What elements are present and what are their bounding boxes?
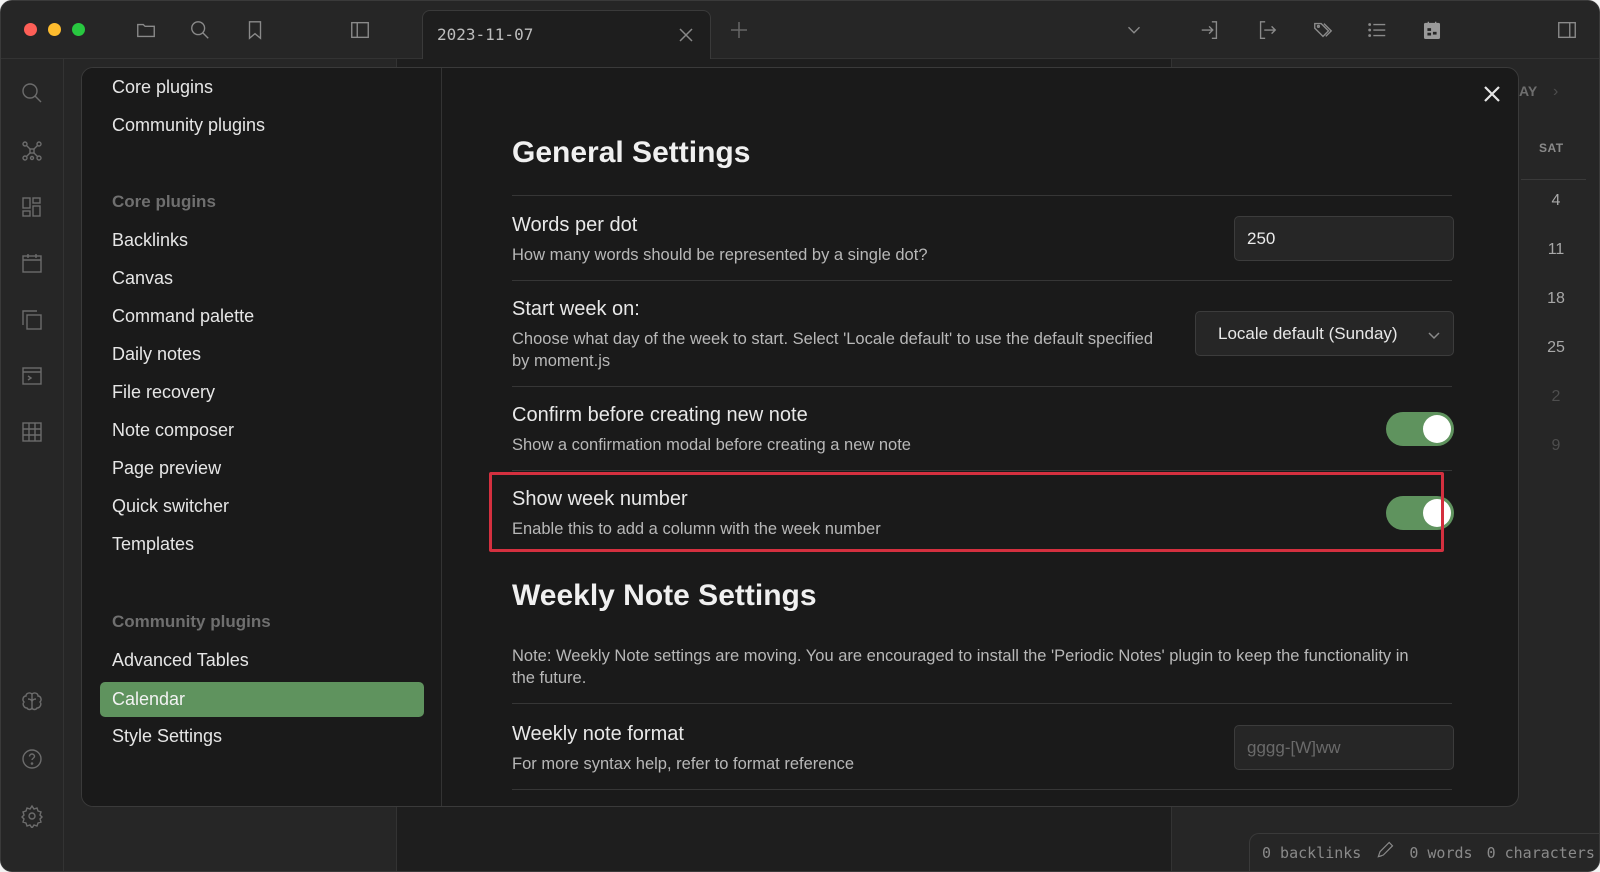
nav-item-core-plugins[interactable]: Core plugins [100, 70, 424, 105]
start-week-label: Start week on: [512, 298, 640, 320]
settings-content: General Settings Words per dot How many … [512, 68, 1482, 806]
confirm-new-note-desc: Show a confirmation modal before creatin… [512, 436, 911, 454]
calendar-day[interactable]: 25 [1541, 339, 1571, 357]
close-window-button[interactable] [24, 23, 37, 36]
divider [512, 195, 1452, 196]
calendar-day-of-week: SAT [1539, 141, 1564, 155]
pen-icon[interactable] [1375, 840, 1395, 865]
nav-item-advanced-tables[interactable]: Advanced Tables [100, 643, 424, 678]
start-week-dropdown[interactable]: Locale default (Sunday) [1195, 311, 1454, 356]
settings-icon[interactable] [20, 804, 44, 830]
calendar-icon[interactable] [1419, 17, 1445, 43]
dashboard-icon[interactable] [20, 195, 44, 219]
words-per-dot-label: Words per dot [512, 214, 638, 236]
bookmark-icon[interactable] [242, 17, 268, 43]
outline-list-icon[interactable] [1364, 17, 1390, 43]
calendar-day[interactable]: 9 [1541, 437, 1571, 455]
confirm-new-note-toggle[interactable] [1386, 412, 1454, 446]
search-icon[interactable] [20, 81, 44, 105]
confirm-new-note-label: Confirm before creating new note [512, 404, 808, 426]
close-icon[interactable] [1480, 82, 1504, 106]
command-icon[interactable] [20, 364, 44, 388]
toggle-knob [1423, 415, 1451, 443]
words-per-dot-input[interactable] [1234, 216, 1454, 261]
word-count: 0 words [1409, 843, 1473, 862]
copy-icon[interactable] [20, 308, 44, 332]
divider [512, 470, 1452, 471]
nav-item-page-preview[interactable]: Page preview [100, 451, 424, 486]
title-bar: 2023-11-07 [1, 1, 1599, 59]
show-week-number-label: Show week number [512, 488, 688, 510]
calendar-next-month-arrow[interactable]: › [1553, 83, 1558, 101]
calendar-day[interactable]: 18 [1541, 290, 1571, 308]
nav-heading-community-plugins: Community plugins [112, 612, 271, 631]
general-settings-heading: General Settings [512, 136, 751, 169]
nav-item-calendar[interactable]: Calendar [100, 682, 424, 717]
sidebar-toggle-icon[interactable] [347, 17, 373, 43]
start-week-selected: Locale default (Sunday) [1218, 323, 1398, 343]
toggle-knob [1423, 499, 1451, 527]
help-icon[interactable] [20, 747, 44, 771]
close-icon[interactable] [676, 25, 696, 45]
weekly-note-settings-heading: Weekly Note Settings [512, 579, 817, 612]
chevron-down-icon[interactable] [1121, 17, 1147, 43]
start-week-desc: Choose what day of the week to start. Se… [512, 330, 1154, 370]
weekly-note-format-label: Weekly note format [512, 723, 684, 745]
nav-item-quick-switcher[interactable]: Quick switcher [100, 489, 424, 524]
weekly-note-migration-notice: Note: Weekly Note settings are moving. Y… [512, 647, 1409, 687]
export-icon[interactable] [1254, 17, 1280, 43]
weekly-note-format-input[interactable] [1234, 725, 1454, 770]
calendar-month-label: AY [1519, 83, 1538, 99]
zoom-window-button[interactable] [72, 23, 85, 36]
nav-item-file-recovery[interactable]: File recovery [100, 375, 424, 410]
divider [512, 386, 1452, 387]
table-icon[interactable] [20, 420, 44, 444]
calendar-icon[interactable] [20, 251, 44, 275]
graph-view-icon[interactable] [20, 139, 44, 163]
search-icon[interactable] [187, 17, 213, 43]
backlinks-count[interactable]: 0 backlinks [1262, 844, 1361, 862]
status-bar: 0 backlinks 0 words 0 characters [1249, 833, 1599, 871]
nav-item-style-settings[interactable]: Style Settings [100, 719, 424, 754]
nav-item-community-plugins[interactable]: Community plugins [100, 108, 424, 143]
divider [512, 789, 1452, 790]
calendar-day[interactable]: 2 [1541, 388, 1571, 406]
nav-item-backlinks[interactable]: Backlinks [100, 223, 424, 258]
tab-active-note[interactable]: 2023-11-07 [422, 10, 711, 59]
nav-heading-core-plugins: Core plugins [112, 192, 216, 211]
minimize-window-button[interactable] [48, 23, 61, 36]
tags-icon[interactable] [1310, 17, 1336, 43]
nav-item-note-composer[interactable]: Note composer [100, 413, 424, 448]
words-per-dot-desc: How many words should be represented by … [512, 246, 928, 264]
chevron-down-icon [1428, 332, 1440, 340]
brain-icon[interactable] [20, 690, 44, 714]
show-week-number-toggle[interactable] [1386, 496, 1454, 530]
settings-nav: Core plugins Community plugins Core plug… [82, 68, 442, 806]
settings-modal: Core plugins Community plugins Core plug… [81, 67, 1519, 807]
nav-item-command-palette[interactable]: Command palette [100, 299, 424, 334]
calendar-header-divider [1521, 179, 1586, 180]
nav-item-daily-notes[interactable]: Daily notes [100, 337, 424, 372]
folder-icon[interactable] [133, 17, 159, 43]
left-ribbon [1, 59, 64, 871]
calendar-day[interactable]: 11 [1541, 241, 1571, 259]
weekly-note-format-desc: For more syntax help, refer to format re… [512, 755, 855, 773]
new-tab-button[interactable] [728, 19, 750, 41]
divider [512, 280, 1452, 281]
app-window: 2023-11-07 AY › SAT 4 11 18 25 2 9 0 bac… [0, 0, 1600, 872]
calendar-day[interactable]: 4 [1541, 192, 1571, 210]
tab-title: 2023-11-07 [437, 25, 534, 44]
nav-item-canvas[interactable]: Canvas [100, 261, 424, 296]
right-sidebar-toggle-icon[interactable] [1554, 17, 1580, 43]
show-week-number-desc: Enable this to add a column with the wee… [512, 520, 881, 538]
import-icon[interactable] [1197, 17, 1223, 43]
divider [512, 703, 1452, 704]
nav-item-templates[interactable]: Templates [100, 527, 424, 562]
character-count: 0 characters [1486, 843, 1595, 862]
